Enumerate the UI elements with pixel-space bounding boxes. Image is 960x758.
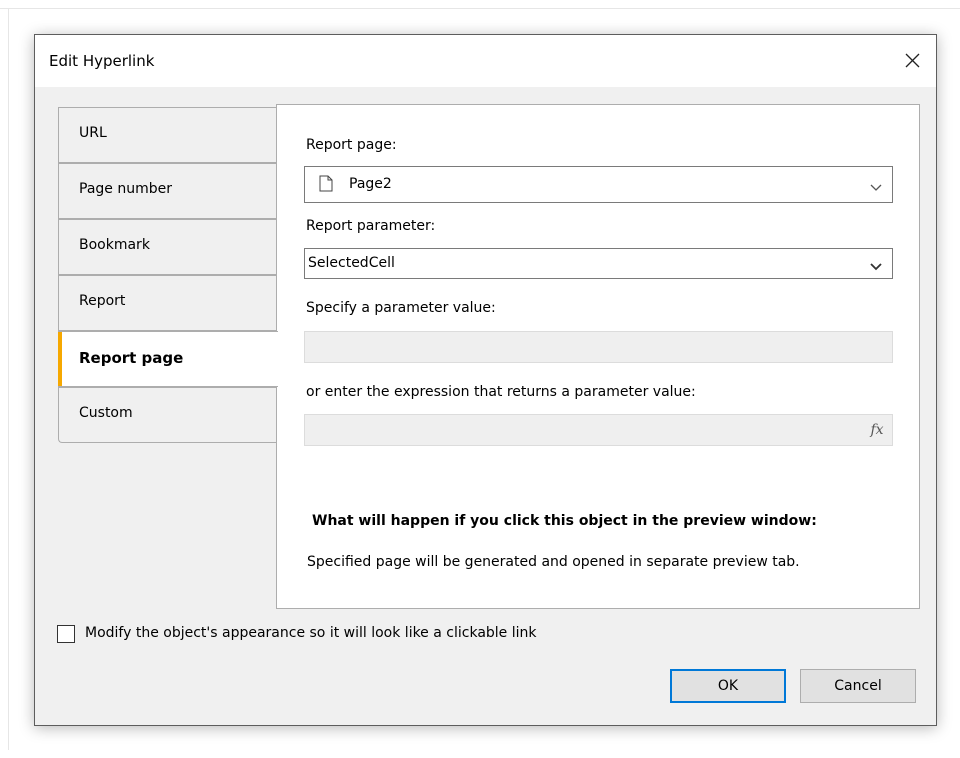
report-page-value: Page2 [349,176,392,192]
tab-page-number[interactable]: Page number [58,163,278,219]
expression-label: or enter the expression that returns a p… [306,384,696,400]
parameter-value-label: Specify a parameter value: [306,300,496,316]
modify-appearance-label[interactable]: Modify the object's appearance so it wil… [85,625,537,641]
tab-bookmark[interactable]: Bookmark [58,219,278,275]
tab-label: Report page [79,349,184,367]
cancel-button[interactable]: Cancel [800,669,916,703]
report-parameter-label: Report parameter: [306,218,436,234]
close-button[interactable] [890,35,936,87]
screen-edge [0,8,960,9]
chevron-down-icon [870,259,882,275]
tab-label: URL [79,125,107,141]
fx-icon[interactable]: fx [862,415,892,445]
dialog-title: Edit Hyperlink [49,52,155,70]
tab-label: Page number [79,181,172,197]
tab-label: Custom [79,405,133,421]
preview-note-body: Specified page will be generated and ope… [307,554,800,570]
report-page-select[interactable]: Page2 [304,166,893,203]
report-parameter-value: SelectedCell [308,255,395,271]
screen-edge [8,8,9,750]
expression-input[interactable]: fx [304,414,893,446]
tab-label: Report [79,293,126,309]
preview-note-heading: What will happen if you click this objec… [312,513,817,529]
page-icon [319,175,333,196]
report-parameter-select[interactable]: SelectedCell [304,248,893,279]
report-page-label: Report page: [306,137,397,153]
modify-appearance-checkbox[interactable] [57,625,75,643]
tab-report[interactable]: Report [58,275,278,331]
active-tab-indicator [58,332,62,386]
parameter-value-input[interactable] [304,331,893,363]
tab-url[interactable]: URL [58,107,278,163]
tab-content-panel: Report page: Page2 Report parameter: Sel… [276,104,920,609]
tab-label: Bookmark [79,237,150,253]
edit-hyperlink-dialog: Edit Hyperlink URL Page number Bookmark … [34,34,937,726]
chevron-down-icon [870,180,882,196]
title-bar: Edit Hyperlink [35,35,936,87]
tab-report-page[interactable]: Report page [58,331,278,387]
tab-custom[interactable]: Custom [58,387,278,443]
ok-button[interactable]: OK [670,669,786,703]
